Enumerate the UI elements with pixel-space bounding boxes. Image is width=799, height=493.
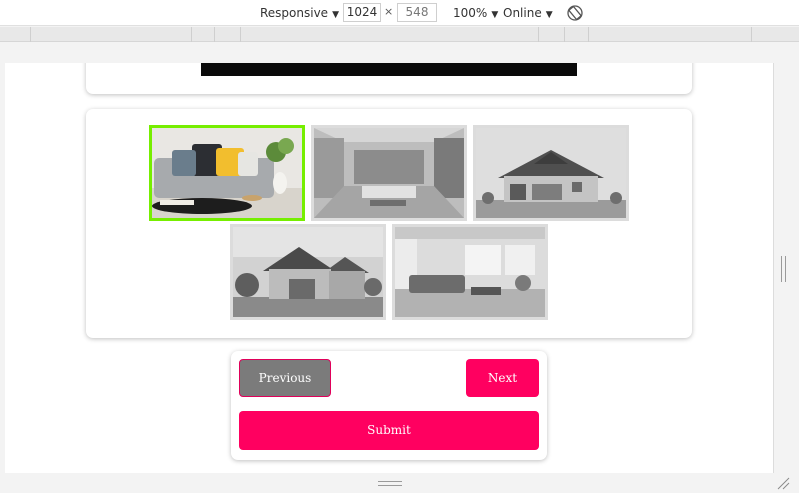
zoom-label: 100% [453, 6, 488, 20]
gallery-thumb-living-room[interactable] [149, 125, 305, 221]
ruler-divider [214, 27, 215, 42]
emulated-viewport: Previous Next Submit [5, 63, 774, 473]
network-label: Online [503, 6, 542, 20]
ruler-divider [30, 27, 31, 42]
zoom-dropdown[interactable]: 100% ▼ [453, 4, 498, 22]
gallery-thumb-house-side[interactable] [230, 224, 386, 320]
video-player[interactable] [201, 63, 577, 76]
video-card [86, 63, 692, 94]
interior-image [395, 227, 545, 317]
device-mode-label: Responsive [260, 6, 329, 20]
chevron-down-icon: ▼ [545, 10, 553, 20]
device-mode-dropdown[interactable]: Responsive ▼ [260, 4, 339, 22]
image-gallery-card [86, 109, 692, 338]
ruler-divider [240, 27, 241, 42]
resize-handle-right[interactable] [781, 256, 786, 282]
house-image [233, 227, 383, 317]
network-dropdown[interactable]: Online ▼ [503, 4, 553, 22]
chevron-down-icon: ▼ [491, 10, 499, 20]
submit-button[interactable]: Submit [239, 411, 539, 450]
ruler-divider [538, 27, 539, 42]
gallery-thumb-house-front[interactable] [473, 125, 629, 221]
resize-handle-bottom[interactable] [378, 481, 402, 486]
media-query-bar[interactable] [0, 27, 799, 42]
house-image [476, 128, 626, 218]
rotate-icon[interactable] [566, 4, 584, 22]
navigation-card: Previous Next Submit [231, 351, 547, 460]
ruler-divider [588, 27, 589, 42]
ruler-divider [191, 27, 192, 42]
dimension-separator: × [384, 5, 394, 18]
interior-image [314, 128, 464, 218]
ruler-divider [751, 27, 752, 42]
gallery-thumb-living-area[interactable] [392, 224, 548, 320]
ruler-divider [564, 27, 565, 42]
living-room-image [152, 128, 302, 218]
width-input[interactable]: 1024 [343, 3, 381, 22]
next-button[interactable]: Next [466, 359, 539, 397]
previous-button[interactable]: Previous [239, 359, 331, 397]
chevron-down-icon: ▼ [332, 10, 339, 20]
gallery-thumb-modern-interior[interactable] [311, 125, 467, 221]
resize-corner-icon[interactable] [776, 476, 790, 490]
device-toolbar: Responsive ▼ 1024 × 548 100% ▼ Online ▼ [0, 0, 799, 26]
height-input[interactable]: 548 [397, 3, 437, 22]
